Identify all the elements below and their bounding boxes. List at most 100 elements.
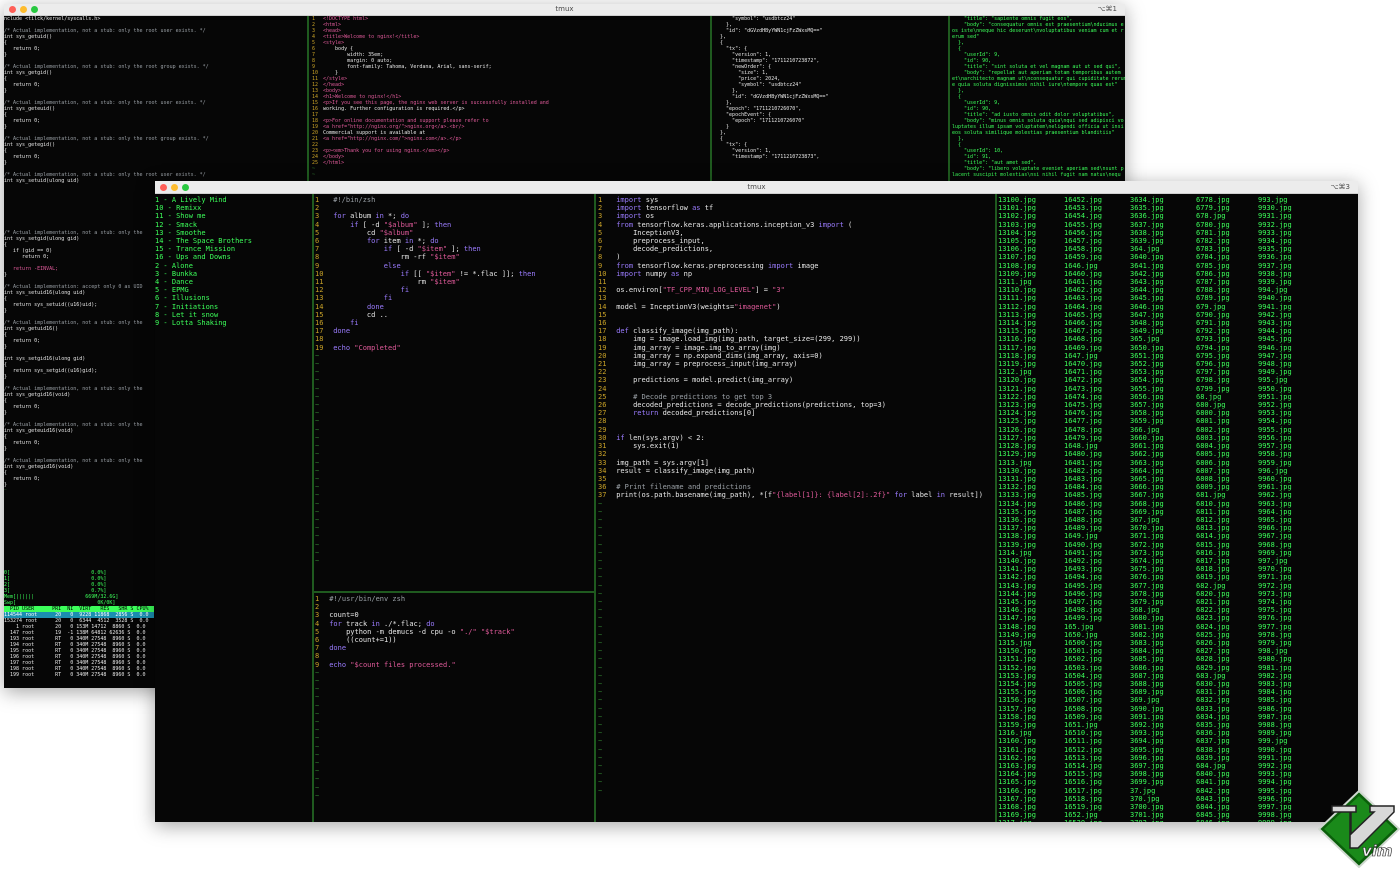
empty-line-tilde: ~: [598, 696, 603, 705]
pane-divider[interactable]: [594, 194, 596, 822]
file-entry: 3643.jpg: [1130, 278, 1164, 287]
file-entry: 13130.jpg: [998, 466, 1036, 475]
file-entry: 13101.jpg: [998, 204, 1036, 213]
file-entry: 13162.jpg: [998, 753, 1036, 762]
code-line: 7 done: [315, 644, 591, 652]
front-window-title: tmux: [747, 183, 766, 191]
code-text: import os: [616, 212, 655, 221]
minimize-button[interactable]: [20, 6, 27, 13]
file-entry: 683.jpg: [1196, 671, 1226, 680]
playlist-item: 16 - Ups and Downs: [155, 253, 231, 262]
file-entry: 3663.jpg: [1130, 458, 1164, 467]
file-entry: 6836.jpg: [1196, 729, 1230, 738]
file-entry: 13160.jpg: [998, 737, 1036, 746]
empty-line-tilde: ~: [315, 524, 320, 533]
line-number: 4: [598, 220, 603, 229]
file-entry: 13105.jpg: [998, 237, 1036, 246]
code-text: echo "$count files processed.": [329, 660, 456, 669]
file-entry: 13108.jpg: [998, 261, 1036, 270]
syscalls-c-pane[interactable]: nclude <tilck/kernel/syscalls.h> /* Actu…: [4, 16, 304, 184]
zoom-button[interactable]: [31, 6, 38, 13]
file-entry: 13111.jpg: [998, 294, 1036, 303]
close-button[interactable]: [9, 6, 16, 13]
empty-line-tilde: ~: [315, 556, 320, 565]
file-entry: 6824.jpg: [1196, 622, 1230, 631]
empty-line-tilde: ~: [598, 622, 603, 631]
file-entry: 3654.jpg: [1130, 376, 1164, 385]
file-entry: 3688.jpg: [1130, 679, 1164, 688]
pane-divider[interactable]: [312, 194, 314, 822]
file-entry: 3674.jpg: [1130, 556, 1164, 565]
line-number: 34: [598, 466, 607, 475]
file-entry: 16477.jpg: [1064, 417, 1102, 426]
file-entry: 3647.jpg: [1130, 310, 1164, 319]
minimize-button[interactable]: [171, 183, 178, 191]
file-entry: 3689.jpg: [1130, 688, 1164, 697]
file-entry: 16483.jpg: [1064, 474, 1102, 483]
file-entry: 3656.jpg: [1130, 392, 1164, 401]
html-code-text: </html>: [320, 160, 345, 166]
file-column: 3634.jpg 3635.jpg 3636.jpg 3637.jpg 3638.jpg…: [1130, 196, 1164, 822]
file-entry: 3698.jpg: [1130, 770, 1164, 779]
front-window-titlebar[interactable]: tmux ⌥⌘3: [155, 181, 1358, 194]
file-entry: 9970.jpg: [1258, 565, 1292, 574]
code-line: 3 for album in *; do: [315, 212, 591, 220]
pane-divider[interactable]: [948, 16, 950, 184]
cleanup-zsh-script-pane[interactable]: 1 #!/bin/zsh 2 3 for album in *; do 4 if […: [315, 196, 591, 591]
file-entry: 9999.jpg: [1258, 819, 1292, 822]
code-text: for item in *; do: [366, 237, 439, 246]
file-entry: 16484.jpg: [1064, 483, 1102, 492]
back-window-titlebar[interactable]: tmux ⌥⌘1: [4, 4, 1125, 16]
line-number: 7: [598, 245, 603, 254]
file-entry: 6806.jpg: [1196, 458, 1230, 467]
file-entry: 6808.jpg: [1196, 474, 1230, 483]
front-window-shortcut: ⌥⌘3: [1330, 183, 1350, 191]
pane-divider[interactable]: [307, 16, 309, 184]
line-number: 33: [598, 458, 607, 467]
line-number: 6: [598, 237, 603, 246]
file-entry: 16486.jpg: [1064, 499, 1102, 508]
line-number: 2: [315, 204, 320, 213]
nginx-html-pane[interactable]: 1 <!DOCTYPE html> 2 <html> 3 <head> 4 <titl…: [312, 16, 707, 184]
file-entry: 13124.jpg: [998, 409, 1036, 418]
pane-divider[interactable]: [314, 591, 594, 593]
close-button[interactable]: [160, 183, 167, 191]
htop-pane[interactable]: 0[ 0.0%] 1[ 0.0%] 2[ 0.0%] 3[ 0.7%] Mem[||||…: [4, 570, 154, 688]
empty-line-tilde: ~: [315, 392, 320, 401]
file-entry: 3651.jpg: [1130, 351, 1164, 360]
code-line: 29: [598, 426, 993, 434]
empty-line-tilde: ~: [598, 507, 603, 516]
file-entry: 9967.jpg: [1258, 532, 1292, 541]
classify-python-pane[interactable]: 1 import sys 2 import tensorflow as tf 3 i…: [598, 196, 993, 816]
file-entry: 368.jpg: [1130, 606, 1160, 615]
file-entry: 16492.jpg: [1064, 556, 1102, 565]
pane-divider[interactable]: [995, 194, 997, 822]
front-tmux-window: tmux ⌥⌘3 1 - A Lively Mind 10 - Remixx 11 …: [155, 181, 1358, 822]
file-listing-pane[interactable]: 13100.jpg 13101.jpg 13102.jpg 13103.jpg 1310…: [998, 196, 1358, 822]
code-text: ): [612, 253, 621, 262]
file-entry: 16502.jpg: [1064, 655, 1102, 664]
posts-json-pane[interactable]: "title": "sapiente omnis fugit eos", "bo…: [952, 16, 1125, 184]
file-entry: 6837.jpg: [1196, 737, 1230, 746]
code-line: 22: [598, 368, 993, 376]
file-entry: 3655.jpg: [1130, 384, 1164, 393]
playlist-pane[interactable]: 1 - A Lively Mind 10 - Remixx 11 - Show me…: [155, 196, 311, 816]
file-entry: 13139.jpg: [998, 540, 1036, 549]
file-entry: 678.jpg: [1196, 212, 1226, 221]
code-line: 10 import numpy as np: [598, 270, 993, 278]
syscalls-c-lower-pane[interactable]: /* Actual implementation, not a stub: on…: [4, 230, 154, 490]
pane-divider[interactable]: [710, 16, 712, 184]
playlist-item: 6 - Illusions: [155, 294, 210, 303]
zoom-button[interactable]: [182, 183, 189, 191]
code-line: 2: [315, 603, 591, 611]
line-number: 10: [598, 269, 607, 278]
json-output-pane[interactable]: "symbol": "usdbtcz24" }, "id": "dGVzdHBy…: [714, 16, 946, 184]
file-entry: 16481.jpg: [1064, 458, 1102, 467]
code-text: done: [333, 327, 351, 336]
demucs-script-pane[interactable]: 1 #!/usr/bin/env zsh 2 3 count=0 4 for tra…: [315, 595, 591, 820]
empty-line-tilde: ~: [598, 663, 603, 672]
file-entry: 3683.jpg: [1130, 638, 1164, 647]
htop-process-row: 199 root RT 0 340M 27548 8960 S 0.0: [4, 672, 146, 678]
